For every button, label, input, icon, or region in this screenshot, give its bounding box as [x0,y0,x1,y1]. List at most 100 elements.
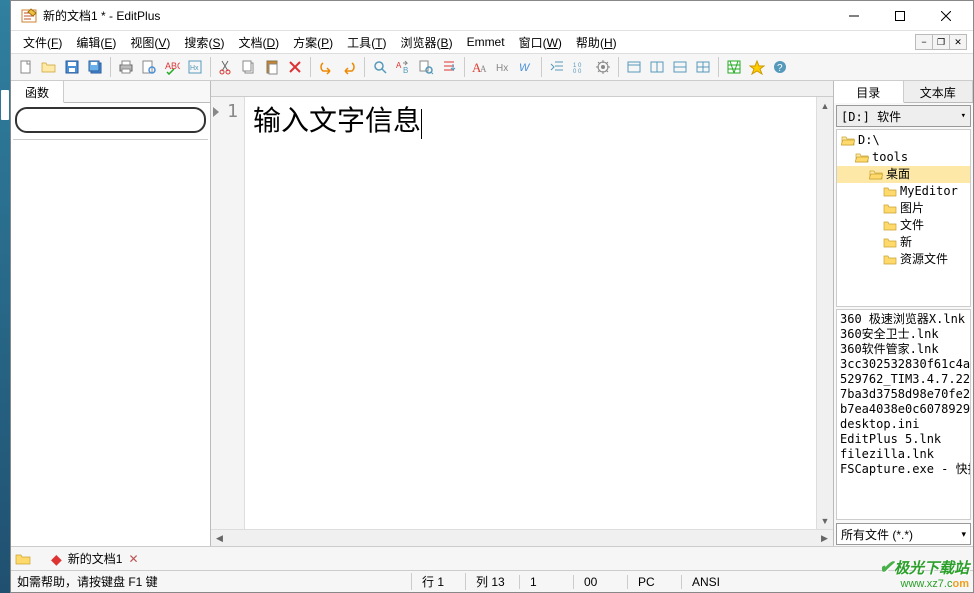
menu-help[interactable]: 帮助(H) [570,32,623,53]
file-item[interactable]: 7ba3d3758d98e70fe25 [840,387,967,402]
file-item[interactable]: EditPlus 5.lnk [840,432,967,447]
file-item[interactable]: FSCapture.exe - 快捷 [840,462,967,477]
tree-item[interactable]: 文件 [837,217,970,234]
indent-icon[interactable] [546,56,568,78]
caret [421,109,422,139]
wordwrap-icon[interactable]: W [515,56,537,78]
ruler [211,81,833,97]
tree-item[interactable]: MyEditor [837,183,970,200]
chevron-down-icon: ▾ [961,529,966,540]
menu-project[interactable]: 方案(P) [287,32,339,53]
open-file-icon[interactable] [38,56,60,78]
hex-icon[interactable]: Hx [492,56,514,78]
settings-icon[interactable] [592,56,614,78]
scroll-up-icon[interactable]: ▲ [817,97,833,114]
window2-icon[interactable] [646,56,668,78]
mdi-minimize-button[interactable]: − [915,34,933,50]
file-item[interactable]: desktop.ini [840,417,967,432]
window4-icon[interactable] [692,56,714,78]
undo-icon[interactable] [315,56,337,78]
window3-icon[interactable] [669,56,691,78]
menu-emmet[interactable]: Emmet [461,33,511,51]
minimize-button[interactable] [831,2,877,30]
column-icon[interactable]: 1 00 0 [569,56,591,78]
scroll-down-icon[interactable]: ▼ [817,512,833,529]
file-item[interactable]: 529762_TIM3.4.7.220 [840,372,967,387]
scroll-left-icon[interactable]: ◀ [211,530,228,546]
find-in-files-icon[interactable] [415,56,437,78]
tree-item[interactable]: 资源文件 [837,251,970,268]
save-all-icon[interactable] [84,56,106,78]
replace-icon[interactable]: AB [392,56,414,78]
function-tab[interactable]: 函数 [11,81,64,103]
menu-browser[interactable]: 浏览器(B) [395,32,459,53]
right-tabs: 目录 文本库 [834,81,973,103]
scroll-right-icon[interactable]: ▶ [816,530,833,546]
font-icon[interactable]: AA [469,56,491,78]
close-tab-icon[interactable]: ✕ [128,552,138,566]
new-file-icon[interactable] [15,56,37,78]
folder-icon[interactable] [15,551,31,567]
window-buttons [831,2,969,30]
print-preview-icon[interactable] [138,56,160,78]
menu-file[interactable]: 文件(F) [17,32,68,53]
function-list[interactable] [13,139,208,544]
menu-search[interactable]: 搜索(S) [178,32,230,53]
browser-icon[interactable] [723,56,745,78]
folder-tree[interactable]: D:\tools桌面MyEditor图片文件新资源文件 [836,129,971,307]
goto-line-icon[interactable] [438,56,460,78]
desktop-icon[interactable] [1,90,9,120]
window1-icon[interactable] [623,56,645,78]
svg-text:B: B [403,66,408,75]
tree-item[interactable]: 桌面 [837,166,970,183]
menu-edit[interactable]: 编辑(E) [70,32,122,53]
menu-view[interactable]: 视图(V) [124,32,176,53]
file-item[interactable]: 3cc302532830f61c4a1 [840,357,967,372]
print-icon[interactable] [115,56,137,78]
file-item[interactable]: 360软件管家.lnk [840,342,967,357]
file-item[interactable]: b7ea4038e0c60789292 [840,402,967,417]
svg-text:0 0: 0 0 [573,69,582,75]
tree-item[interactable]: 新 [837,234,970,251]
titlebar[interactable]: 新的文档1 * - EditPlus [11,1,973,31]
tree-item[interactable]: D:\ [837,132,970,149]
file-item[interactable]: filezilla.lnk [840,447,967,462]
mdi-close-button[interactable]: ✕ [949,34,967,50]
file-filter-select[interactable]: 所有文件 (*.*) ▾ [836,523,971,545]
find-icon[interactable] [369,56,391,78]
paste-icon[interactable] [261,56,283,78]
function-search-input[interactable] [15,107,206,133]
redo-icon[interactable] [338,56,360,78]
maximize-button[interactable] [877,2,923,30]
document-tab[interactable]: ◆ 新的文档1 ✕ [43,548,147,569]
mdi-restore-button[interactable]: ❐ [932,34,950,50]
vertical-scrollbar[interactable]: ▲ ▼ [816,97,833,529]
spellcheck-icon[interactable]: ABC [161,56,183,78]
file-item[interactable]: 360 极速浏览器X.lnk [840,312,967,327]
modified-indicator-icon: ◆ [51,554,62,564]
menu-document[interactable]: 文档(D) [232,32,285,53]
tool1-icon[interactable] [746,56,768,78]
tab-directory[interactable]: 目录 [834,81,904,103]
tree-item[interactable]: 图片 [837,200,970,217]
status-line: 行 1 [411,573,465,590]
horizontal-scrollbar[interactable]: ◀ ▶ [211,529,833,546]
menu-window[interactable]: 窗口(W) [513,32,568,53]
text-editor[interactable]: 输入文字信息 [245,97,816,529]
drive-select[interactable]: [D:] 软件 ▾ [836,105,971,127]
directory-panel: 目录 文本库 [D:] 软件 ▾ D:\tools桌面MyEditor图片文件新… [833,81,973,546]
help-icon[interactable]: ? [769,56,791,78]
cut-icon[interactable] [215,56,237,78]
tree-item[interactable]: tools [837,149,970,166]
file-list[interactable]: 360 极速浏览器X.lnk360安全卫士.lnk360软件管家.lnk3cc3… [836,309,971,520]
save-icon[interactable] [61,56,83,78]
hex-view-icon[interactable]: Hx [184,56,206,78]
tab-cliptext[interactable]: 文本库 [904,81,974,102]
status-sel: 1 [519,575,573,589]
delete-icon[interactable] [284,56,306,78]
line-marker-icon [213,107,219,117]
copy-icon[interactable] [238,56,260,78]
close-button[interactable] [923,2,969,30]
file-item[interactable]: 360安全卫士.lnk [840,327,967,342]
menu-tools[interactable]: 工具(T) [341,32,392,53]
